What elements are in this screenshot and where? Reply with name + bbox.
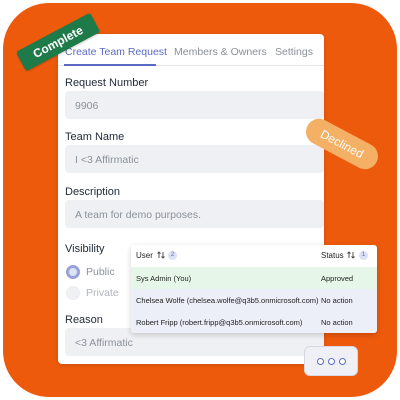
user-count-badge: 2 xyxy=(168,251,177,260)
table-row[interactable]: Chelsea Wolfe (chelsea.wolfe@q3b5.onmicr… xyxy=(131,289,377,311)
request-number-label: Request Number xyxy=(65,77,149,89)
user-column-header[interactable]: User xyxy=(136,251,153,260)
sort-arrows-icon[interactable] xyxy=(156,250,166,260)
tab-members-owners[interactable]: Members & Owners xyxy=(174,46,267,58)
visibility-label: Visibility xyxy=(65,243,105,255)
user-cell: Sys Admin (You) xyxy=(136,274,192,283)
tab-settings[interactable]: Settings xyxy=(275,46,313,58)
tab-bar: Create Team Request Members & Owners Set… xyxy=(58,34,324,66)
more-horizontal-icon xyxy=(317,358,324,365)
status-cell: No action xyxy=(321,296,353,305)
tab-create-team-request[interactable]: Create Team Request xyxy=(65,46,167,58)
status-cell: Approved xyxy=(321,274,354,283)
radio-private[interactable] xyxy=(66,286,80,300)
status-count-badge: 1 xyxy=(359,251,368,260)
user-cell: Chelsea Wolfe (chelsea.wolfe@q3b5.onmicr… xyxy=(136,296,319,305)
active-tab-indicator xyxy=(64,64,156,66)
table-row[interactable]: Sys Admin (You) Approved xyxy=(131,267,377,289)
team-name-field[interactable]: I <3 Affirmatic xyxy=(65,145,324,173)
visibility-public-option[interactable]: Public xyxy=(66,265,126,281)
radio-private-label: Private xyxy=(86,287,119,299)
members-table-header: User 2 Status 1 xyxy=(131,245,377,267)
more-options-button[interactable] xyxy=(304,346,358,376)
request-number-field[interactable]: 9906 xyxy=(65,91,324,119)
description-field[interactable]: A team for demo purposes. xyxy=(65,200,324,228)
description-label: Description xyxy=(65,186,121,198)
status-cell: No action xyxy=(321,318,353,327)
more-horizontal-icon xyxy=(328,358,335,365)
reason-label: Reason xyxy=(65,314,103,326)
sort-arrows-icon[interactable] xyxy=(346,250,356,260)
more-horizontal-icon xyxy=(339,358,346,365)
user-cell: Robert Fripp (robert.fripp@q3b5.onmicros… xyxy=(136,318,303,327)
radio-public[interactable] xyxy=(66,265,80,279)
status-column-header[interactable]: Status xyxy=(321,251,344,260)
visibility-private-option[interactable]: Private xyxy=(66,286,126,302)
radio-public-label: Public xyxy=(86,266,115,278)
table-row[interactable]: Robert Fripp (robert.fripp@q3b5.onmicros… xyxy=(131,311,377,333)
members-approval-panel: User 2 Status 1 Sys Admin (You) Approved… xyxy=(131,245,377,333)
team-name-label: Team Name xyxy=(65,131,125,143)
